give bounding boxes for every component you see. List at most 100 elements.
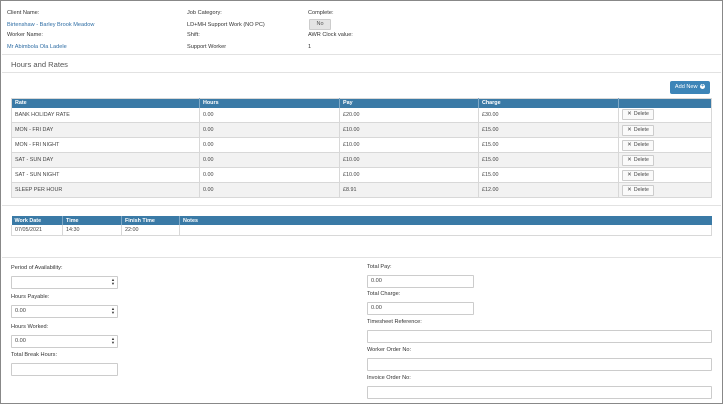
client-label: Client Name:	[7, 10, 40, 16]
complete-toggle[interactable]: No	[309, 19, 331, 30]
divider	[2, 54, 721, 55]
section-title: Hours and Rates	[11, 60, 68, 69]
close-icon: ✕	[627, 171, 632, 178]
period-label: Period of Availability:	[11, 265, 63, 271]
table-row: BANK HOLIDAY RATE 0.00 £20.00 £30.00 ✕ De…	[11, 107, 712, 123]
col-pay: Pay	[339, 98, 479, 108]
rate-actions: ✕ Delete	[618, 137, 712, 153]
work-date: 07/05/2021	[11, 225, 63, 236]
divider	[2, 257, 721, 258]
col-charge: Charge	[478, 98, 619, 108]
timesheet-ref-label: Timesheet Reference:	[367, 319, 422, 325]
delete-button[interactable]: ✕ Delete	[622, 154, 654, 166]
delete-label: Delete	[633, 186, 649, 193]
delete-button[interactable]: ✕ Delete	[622, 109, 654, 121]
close-icon: ✕	[627, 126, 632, 133]
table-row: SAT - SUN DAY 0.00 £10.00 £15.00 ✕ Delete	[11, 152, 712, 168]
rate-charge: £15.00	[478, 122, 619, 138]
divider	[2, 205, 721, 206]
add-new-label: Add New	[674, 84, 698, 90]
worker-order-input[interactable]	[367, 358, 712, 371]
work-header-row: Work Date Time Finish Time Notes	[11, 216, 712, 225]
job-category-value: LD+MH Support Work (NO PC)	[187, 22, 265, 28]
col-work-date: Work Date	[11, 216, 63, 225]
job-category-info: Job Category: LD+MH Support Work (NO PC)	[187, 10, 265, 28]
total-charge-input[interactable]: 0.00	[367, 302, 474, 315]
delete-label: Delete	[633, 126, 649, 133]
invoice-order-input[interactable]	[367, 386, 712, 399]
rates-table: Rate Hours Pay Charge BANK HOLIDAY RATE …	[11, 98, 712, 198]
rate-name: BANK HOLIDAY RATE	[11, 107, 200, 123]
invoice-order-field: Invoice Order No:	[367, 375, 712, 399]
total-charge-value: 0.00	[371, 305, 382, 311]
rate-name: SAT - SUN NIGHT	[11, 167, 200, 183]
hours-payable-label: Hours Payable:	[11, 294, 50, 300]
total-charge-field: Total Charge: 0.00	[367, 291, 474, 315]
total-break-field: Total Break Hours:	[11, 352, 118, 376]
hours-payable-value: 0.00	[15, 308, 26, 314]
rate-pay: £8.91	[339, 182, 479, 198]
hours-worked-field: Hours Worked: 0.00 ▲ ▼	[11, 324, 118, 348]
total-pay-input[interactable]: 0.00	[367, 275, 474, 288]
hours-worked-value: 0.00	[15, 338, 26, 344]
rate-hours: 0.00	[199, 122, 340, 138]
total-break-label: Total Break Hours:	[11, 352, 58, 358]
delete-label: Delete	[633, 156, 649, 163]
rate-pay: £10.00	[339, 152, 479, 168]
hours-payable-input[interactable]: 0.00 ▲ ▼	[11, 305, 118, 318]
close-icon: ✕	[627, 111, 632, 118]
work-time: 14:30	[62, 225, 122, 236]
delete-button[interactable]: ✕ Delete	[622, 184, 654, 196]
rate-actions: ✕ Delete	[618, 107, 712, 123]
complete-label: Complete:	[308, 10, 334, 16]
awr-label: AWR Clock value:	[308, 32, 353, 38]
rate-pay: £10.00	[339, 167, 479, 183]
col-rate: Rate	[11, 98, 200, 108]
delete-button[interactable]: ✕ Delete	[622, 169, 654, 181]
rate-name: MON - FRI DAY	[11, 122, 200, 138]
divider	[2, 72, 721, 73]
worker-link[interactable]: Mr Abimbola Ola Ladele	[7, 44, 67, 50]
delete-button[interactable]: ✕ Delete	[622, 124, 654, 136]
rate-charge: £15.00	[478, 152, 619, 168]
awr-value: 1	[308, 44, 312, 50]
hours-worked-input[interactable]: 0.00 ▲ ▼	[11, 335, 118, 348]
hours-payable-field: Hours Payable: 0.00 ▲ ▼	[11, 294, 118, 318]
period-input[interactable]: ▲ ▼	[11, 276, 118, 289]
timesheet-ref-input[interactable]	[367, 330, 712, 343]
rate-name: SAT - SUN DAY	[11, 152, 200, 168]
table-row: MON - FRI DAY 0.00 £10.00 £15.00 ✕ Delete	[11, 122, 712, 138]
delete-label: Delete	[633, 111, 649, 118]
period-field: Period of Availability: ▲ ▼	[11, 265, 118, 289]
table-row: SAT - SUN NIGHT 0.00 £10.00 £15.00 ✕ Dele…	[11, 167, 712, 183]
table-row: SLEEP PER HOUR 0.00 £8.91 £12.00 ✕ Delete	[11, 182, 712, 198]
total-pay-field: Total Pay: 0.00	[367, 264, 474, 288]
col-time: Time	[62, 216, 122, 225]
total-break-input[interactable]	[11, 363, 118, 376]
table-row: MON - FRI NIGHT 0.00 £10.00 £15.00 ✕ Dele…	[11, 137, 712, 153]
work-notes	[179, 225, 712, 236]
rate-pay: £20.00	[339, 107, 479, 123]
rate-hours: 0.00	[199, 137, 340, 153]
rate-hours: 0.00	[199, 152, 340, 168]
job-category-label: Job Category:	[187, 10, 222, 16]
spinner-icon[interactable]: ▲ ▼	[111, 307, 115, 315]
total-pay-label: Total Pay:	[367, 264, 392, 270]
client-link[interactable]: Birtenshaw - Barley Brook Meadow	[7, 22, 94, 28]
col-notes: Notes	[179, 216, 712, 225]
plus-circle-icon: +	[700, 83, 706, 90]
spinner-icon[interactable]: ▲ ▼	[111, 337, 115, 345]
delete-button[interactable]: ✕ Delete	[622, 139, 654, 151]
spinner-icon[interactable]: ▲ ▼	[111, 278, 115, 286]
rate-actions: ✕ Delete	[618, 152, 712, 168]
shift-info: Shift: Support Worker	[187, 32, 226, 50]
rate-charge: £15.00	[478, 137, 619, 153]
close-icon: ✕	[627, 186, 632, 193]
rate-charge: £30.00	[478, 107, 619, 123]
work-table: Work Date Time Finish Time Notes 07/05/2…	[11, 216, 712, 236]
rate-hours: 0.00	[199, 182, 340, 198]
worker-info: Worker Name: Mr Abimbola Ola Ladele	[7, 32, 67, 50]
rate-name: SLEEP PER HOUR	[11, 182, 200, 198]
close-icon: ✕	[627, 141, 632, 148]
add-new-button[interactable]: Add New +	[670, 81, 710, 94]
